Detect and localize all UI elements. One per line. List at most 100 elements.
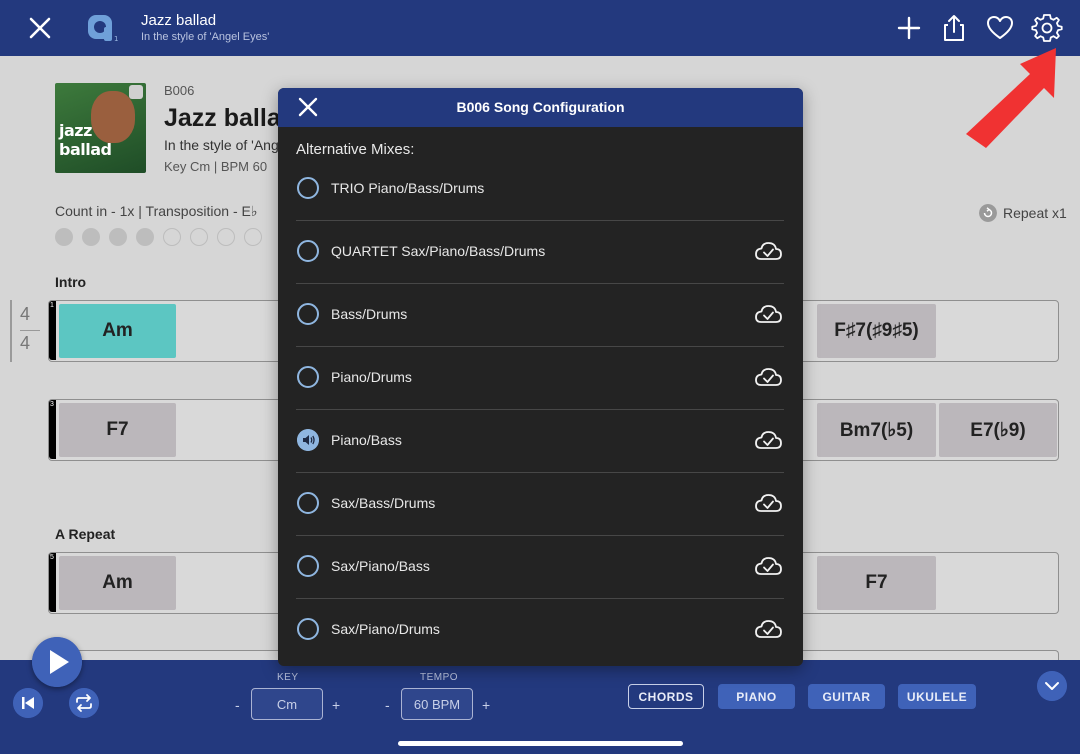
mix-option-label: TRIO Piano/Bass/Drums	[331, 180, 485, 196]
tempo-minus-button[interactable]: -	[385, 697, 390, 713]
chord-cell[interactable]: F7	[817, 556, 936, 610]
repeat-label: Repeat x1	[1003, 205, 1067, 221]
cloud-download-icon[interactable]	[753, 554, 783, 578]
section-label-intro: Intro	[55, 274, 87, 290]
home-indicator	[398, 741, 683, 746]
mix-option[interactable]: Piano/Drums	[296, 347, 784, 410]
repeat-icon	[979, 204, 997, 222]
mix-option[interactable]: Piano/Bass	[296, 410, 784, 473]
mix-option-label: Piano/Bass	[331, 432, 402, 448]
dialog-header: B006 Song Configuration	[278, 88, 803, 127]
add-icon[interactable]	[893, 12, 925, 44]
bar-number: 1	[50, 302, 54, 309]
header-subtitle: In the style of 'Angel Eyes'	[141, 31, 270, 43]
mix-option-label: Sax/Bass/Drums	[331, 495, 436, 511]
mix-option-label: Sax/Piano/Drums	[331, 621, 440, 637]
radio-button[interactable]	[297, 240, 319, 262]
mix-option[interactable]: Sax/Piano/Drums	[296, 599, 784, 662]
beat-dot	[190, 228, 208, 246]
album-cover: jazz ballad	[55, 83, 146, 173]
beat-dot	[244, 228, 262, 246]
time-signature-top: 4	[20, 304, 31, 324]
chord-cell[interactable]	[939, 304, 1057, 358]
mix-option[interactable]: Sax/Bass/Drums	[296, 473, 784, 536]
beat-dot	[136, 228, 154, 246]
chord-cell[interactable]: Bm7(♭5)	[817, 403, 936, 457]
chord-cell[interactable]: F7	[59, 403, 176, 457]
annotation-arrow-icon	[966, 48, 1056, 148]
chord-cell[interactable]: Am	[59, 556, 176, 610]
key-label: KEY	[277, 672, 299, 683]
beat-dot	[109, 228, 127, 246]
radio-button[interactable]	[297, 177, 319, 199]
cloud-download-icon[interactable]	[753, 428, 783, 452]
chord-cell[interactable]	[179, 304, 279, 358]
header-title: Jazz ballad	[141, 12, 217, 29]
tempo-value-box[interactable]: 60 BPM	[401, 688, 473, 720]
chord-cell[interactable]: E7(♭9)	[939, 403, 1057, 457]
key-value-box[interactable]: Cm	[251, 688, 323, 720]
radio-button[interactable]	[297, 366, 319, 388]
chord-cell[interactable]	[179, 556, 279, 610]
cloud-download-icon[interactable]	[753, 617, 783, 641]
speaker-playing-icon[interactable]	[297, 429, 319, 451]
chord-cell[interactable]: F♯7(♯9♯5)	[817, 304, 936, 358]
cloud-download-icon[interactable]	[753, 365, 783, 389]
key-minus-button[interactable]: -	[235, 697, 240, 713]
repeat-control[interactable]: Repeat x1	[979, 204, 1067, 222]
svg-text:1: 1	[114, 35, 118, 43]
album-badge	[129, 85, 143, 99]
chord-cell[interactable]	[179, 403, 279, 457]
radio-button[interactable]	[297, 618, 319, 640]
tab-ukulele[interactable]: UKULELE	[898, 684, 976, 709]
song-code: B006	[164, 83, 195, 98]
close-icon[interactable]	[24, 12, 56, 44]
time-signature-bottom: 4	[20, 333, 31, 353]
tab-guitar[interactable]: GUITAR	[808, 684, 885, 709]
song-configuration-dialog: B006 Song Configuration Alternative Mixe…	[278, 88, 803, 666]
alternative-mixes-label: Alternative Mixes:	[296, 141, 415, 158]
mix-option[interactable]: TRIO Piano/Bass/Drums	[296, 158, 784, 221]
bar-number: 3	[50, 401, 54, 408]
bar-number: 5	[50, 554, 54, 561]
play-button[interactable]	[32, 637, 82, 687]
bar-start-marker: 3	[49, 400, 56, 459]
chord-cell[interactable]: Am	[59, 304, 176, 358]
tab-piano[interactable]: PIANO	[718, 684, 795, 709]
mix-option-label: Piano/Drums	[331, 369, 412, 385]
app-logo-icon: 1	[88, 15, 118, 43]
radio-button[interactable]	[297, 303, 319, 325]
tempo-plus-button[interactable]: +	[482, 697, 490, 713]
mix-option[interactable]: Bass/Drums	[296, 284, 784, 347]
cloud-download-icon[interactable]	[753, 491, 783, 515]
cloud-download-icon[interactable]	[753, 302, 783, 326]
skip-back-icon[interactable]	[13, 688, 43, 718]
radio-button[interactable]	[297, 555, 319, 577]
song-style: In the style of 'Angel Eyes'	[164, 137, 279, 153]
beat-dot	[163, 228, 181, 246]
mix-option[interactable]: QUARTET Sax/Piano/Bass/Drums	[296, 221, 784, 284]
bar-start-marker: 1	[49, 301, 56, 360]
song-title: Jazz ballad	[164, 104, 279, 132]
album-title: jazz ballad	[59, 121, 112, 159]
tab-chords[interactable]: CHORDS	[628, 684, 704, 709]
chevron-down-icon[interactable]	[1037, 671, 1067, 701]
beat-indicator	[55, 228, 262, 246]
loop-icon[interactable]	[69, 688, 99, 718]
tempo-label: TEMPO	[420, 672, 459, 683]
mix-option-label: Sax/Piano/Bass	[331, 558, 430, 574]
count-in-info[interactable]: Count in - 1x | Transposition - E♭	[55, 203, 277, 220]
mix-option-label: QUARTET Sax/Piano/Bass/Drums	[331, 243, 546, 259]
mix-option[interactable]: Sax/Piano/Bass	[296, 536, 784, 599]
time-signature: 4 4	[10, 300, 42, 362]
chord-cell[interactable]	[939, 556, 1057, 610]
radio-button[interactable]	[297, 492, 319, 514]
dialog-title: B006 Song Configuration	[456, 99, 625, 115]
cloud-download-icon[interactable]	[753, 239, 783, 263]
section-label-a-repeat: A Repeat	[55, 526, 116, 542]
beat-dot	[82, 228, 100, 246]
top-bar: 1 Jazz ballad In the style of 'Angel Eye…	[0, 0, 1080, 56]
key-plus-button[interactable]: +	[332, 697, 340, 713]
song-key-bpm: Key Cm | BPM 60	[164, 159, 268, 174]
beat-dot	[55, 228, 73, 246]
